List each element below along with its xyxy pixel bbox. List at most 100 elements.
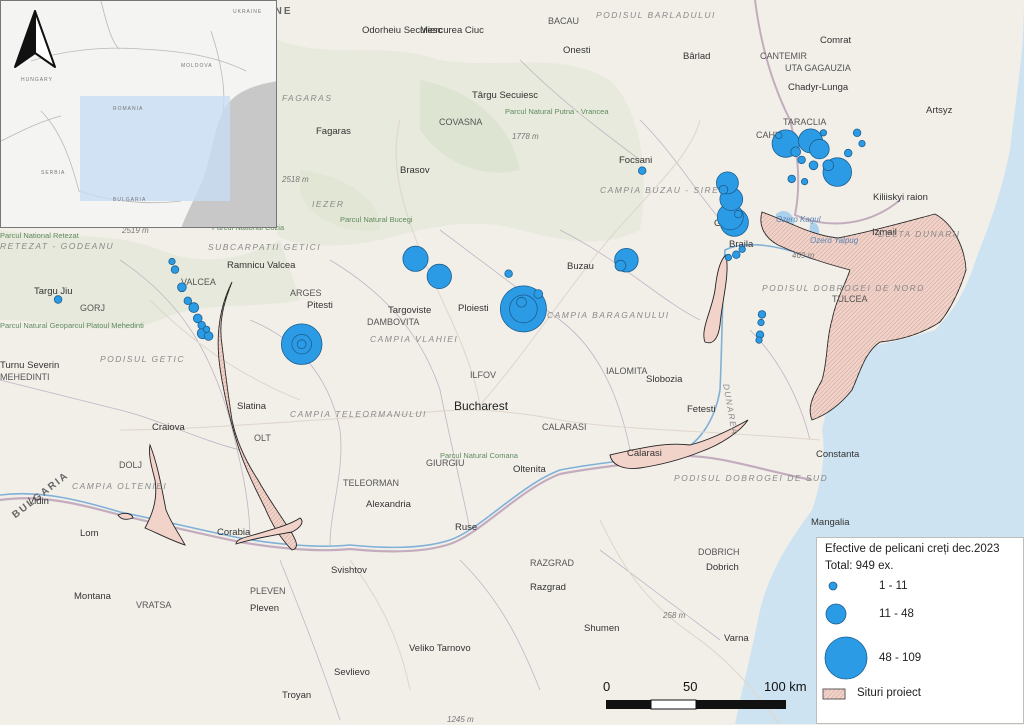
label-tulcea: TULCEA bbox=[832, 294, 868, 304]
label-teleorman: TELEORMAN bbox=[343, 478, 399, 488]
label-artsyz: Artsyz bbox=[926, 105, 953, 116]
legend-label-sites: Situri proiect bbox=[857, 687, 921, 699]
label-slatina: Slatina bbox=[237, 401, 267, 412]
scale-label-mid: 50 bbox=[683, 679, 698, 694]
label-brasov: Brasov bbox=[400, 165, 430, 176]
inset-label-ukraine: UKRAINE bbox=[233, 9, 262, 15]
label-mehedinti-park: Parcul Natural Geoparcul Platoul Mehedin… bbox=[0, 321, 144, 330]
label-ploiesti: Ploiesti bbox=[458, 303, 489, 314]
legend-label-large: 48 - 109 bbox=[879, 652, 922, 664]
observation-point-8 bbox=[426, 263, 452, 289]
label-bacau: BACAU bbox=[548, 16, 579, 26]
label-slobozia: Slobozia bbox=[646, 374, 683, 385]
label-ramnicu: Ramnicu Valcea bbox=[227, 260, 296, 271]
label-ilfov: ILFOV bbox=[470, 370, 496, 380]
label-mangalia: Mangalia bbox=[811, 517, 850, 528]
label-dobrogei-nord: PODISUL DOBROGEI DE NORD bbox=[762, 283, 925, 293]
label-ialomita: IALOMITA bbox=[606, 366, 647, 376]
legend: Efective de pelicani creți dec.2023 Tota… bbox=[816, 537, 1024, 724]
scale-bar: 0 50 100 km bbox=[600, 679, 816, 715]
label-vidin: Vidin bbox=[28, 496, 49, 507]
inset-label-hungary: HUNGARY bbox=[21, 77, 53, 83]
observation-point-45 bbox=[738, 245, 746, 253]
label-dobrich-county: DOBRICH bbox=[698, 547, 740, 557]
observation-point-40 bbox=[787, 174, 796, 184]
observation-point-34 bbox=[732, 250, 741, 259]
label-dobrich: Dobrich bbox=[706, 562, 739, 573]
label-baraganului: CAMPIA BARAGANULUI bbox=[547, 310, 670, 320]
label-turnu: Turnu Severin bbox=[0, 360, 59, 371]
inset-label-moldova: MOLDOVA bbox=[181, 63, 213, 69]
legend-symbol-large bbox=[824, 636, 868, 680]
scale-bar-graphic bbox=[606, 699, 786, 710]
observation-point-50 bbox=[800, 178, 809, 186]
observation-point-49 bbox=[858, 140, 866, 148]
label-targoviste: Targoviste bbox=[388, 305, 431, 316]
label-covasna: COVASNA bbox=[439, 117, 482, 127]
inset-label-serbia: SERBIA bbox=[41, 170, 65, 176]
label-fetesti: Fetesti bbox=[687, 404, 716, 415]
label-calarasi-county: CALARASI bbox=[542, 422, 587, 432]
label-arges: ARGES bbox=[290, 288, 322, 298]
label-gagauzia: UTA GAGAUZIA bbox=[785, 63, 851, 73]
observation-point-42 bbox=[168, 257, 176, 266]
observation-point-24 bbox=[296, 339, 307, 350]
label-svishtov: Svishtov bbox=[331, 565, 367, 576]
label-targu-secuiesc: Târgu Secuiesc bbox=[472, 90, 538, 101]
observation-point-29 bbox=[170, 265, 180, 274]
label-barlad: Bârlad bbox=[683, 51, 710, 62]
observation-point-7 bbox=[402, 245, 429, 272]
label-olteniei: CAMPIA OLTENIEI bbox=[72, 481, 167, 491]
label-yalpug: Ozero Yalpug bbox=[810, 236, 859, 245]
label-montana: Montana bbox=[74, 591, 112, 602]
observation-point-46 bbox=[757, 318, 765, 327]
scale-label-end: 100 km bbox=[764, 679, 807, 694]
label-comana-park: Parcul Natural Comana bbox=[440, 451, 519, 460]
observation-point-14 bbox=[809, 138, 830, 160]
observation-point-43 bbox=[203, 325, 211, 333]
observation-point-38 bbox=[797, 155, 806, 165]
label-barladului: PODISUL BARLADULUI bbox=[596, 10, 716, 20]
label-pitesti: Pitesti bbox=[307, 300, 333, 311]
inset-label-bulgaria: BULGARIA bbox=[113, 197, 146, 203]
observation-point-47 bbox=[755, 336, 763, 344]
observation-point-26 bbox=[718, 184, 729, 195]
label-calarasi: Calarasi bbox=[627, 448, 662, 459]
label-kagul: Ozero Kagul bbox=[776, 215, 821, 224]
label-focsani: Focsani bbox=[619, 155, 652, 166]
label-pleven: Pleven bbox=[250, 603, 279, 614]
legend-symbol-medium bbox=[825, 603, 847, 625]
label-elev-1245: 1245 m bbox=[447, 715, 474, 724]
observation-point-35 bbox=[757, 310, 767, 319]
label-retezat-park: Parcul National Retezat bbox=[0, 231, 80, 240]
observation-point-25 bbox=[533, 289, 544, 299]
label-buzau-siret: CAMPIA BUZAU - SIRET bbox=[600, 185, 726, 195]
label-retezat: RETEZAT - GODEANU bbox=[0, 241, 114, 251]
label-sevlievo: Sevlievo bbox=[334, 667, 370, 678]
label-mehedinti: MEHEDINTI bbox=[0, 372, 50, 382]
label-iezer: IEZER bbox=[312, 199, 345, 209]
label-targu-jiu: Targu Jiu bbox=[34, 286, 73, 297]
observation-point-20 bbox=[790, 146, 801, 158]
label-taraclia: TARACLIA bbox=[783, 117, 826, 127]
observation-point-18 bbox=[188, 302, 200, 313]
label-pleven-county: PLEVEN bbox=[250, 586, 286, 596]
observation-point-33 bbox=[638, 166, 647, 175]
legend-label-medium: 11 - 48 bbox=[879, 608, 914, 620]
label-teleormanului: CAMPIA TELEORMANULUI bbox=[290, 409, 427, 419]
label-elev-469: 469 m bbox=[792, 251, 815, 260]
label-gorj: GORJ bbox=[80, 303, 105, 313]
legend-label-small: 1 - 11 bbox=[879, 580, 908, 592]
label-constanta: Constanta bbox=[816, 449, 860, 460]
label-comrat: Comrat bbox=[820, 35, 852, 46]
label-veliko: Veliko Tarnovo bbox=[409, 643, 471, 654]
observation-point-16 bbox=[614, 259, 627, 272]
label-dobrogei-sud: PODISUL DOBROGEI DE SUD bbox=[674, 473, 828, 483]
label-vratsa: VRATSA bbox=[136, 600, 171, 610]
observation-point-23 bbox=[203, 331, 214, 341]
label-craiova: Craiova bbox=[152, 422, 185, 433]
label-troyan: Troyan bbox=[282, 690, 311, 701]
label-bucharest: Bucharest bbox=[454, 399, 509, 413]
label-miercurea: Miercurea Ciuc bbox=[420, 25, 484, 36]
label-putna-park: Parcul Natural Putna - Vrancea bbox=[505, 107, 609, 116]
